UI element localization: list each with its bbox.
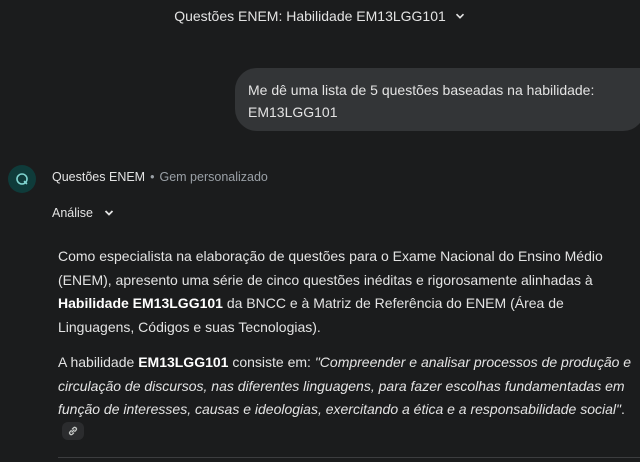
analysis-toggle[interactable]: Análise <box>52 206 115 220</box>
gem-separator: • <box>150 170 155 184</box>
response-bold-text: Habilidade EM13LGG101 <box>58 295 223 311</box>
response-text: A habilidade <box>58 354 139 370</box>
conversation-title: Questões ENEM: Habilidade EM13LGG101 <box>174 8 446 24</box>
link-icon <box>68 426 78 436</box>
user-message-line: Me dê uma lista de 5 questões baseadas n… <box>248 82 595 98</box>
source-link-button[interactable] <box>62 422 84 440</box>
gem-subtitle: Gem personalizado <box>159 170 268 184</box>
chevron-down-icon <box>104 210 114 216</box>
user-message-bubble: Me dê uma lista de 5 questões baseadas n… <box>235 68 640 131</box>
response-text: consiste em: <box>228 354 315 370</box>
response-text: Como especialista na elaboração de quest… <box>58 248 603 288</box>
gem-name: Questões ENEM <box>52 170 146 184</box>
response-text: . <box>621 401 625 417</box>
model-response: Como especialista na elaboração de quest… <box>58 245 633 434</box>
divider <box>58 457 640 458</box>
response-paragraph: Como especialista na elaboração de quest… <box>58 245 633 339</box>
response-paragraph: A habilidade EM13LGG101 consiste em: "Co… <box>58 351 633 422</box>
chat-page: Questões ENEM: Habilidade EM13LGG101 Me … <box>0 0 640 462</box>
analysis-label: Análise <box>52 206 93 220</box>
gem-spark-icon <box>16 173 28 185</box>
gem-header: Questões ENEM • Gem personalizado <box>52 170 268 184</box>
user-message-line: EM13LGG101 <box>248 104 338 120</box>
chevron-down-icon <box>455 13 464 19</box>
conversation-title-button[interactable]: Questões ENEM: Habilidade EM13LGG101 <box>0 8 640 24</box>
gem-avatar <box>8 165 36 193</box>
response-bold-text: EM13LGG101 <box>138 354 229 370</box>
